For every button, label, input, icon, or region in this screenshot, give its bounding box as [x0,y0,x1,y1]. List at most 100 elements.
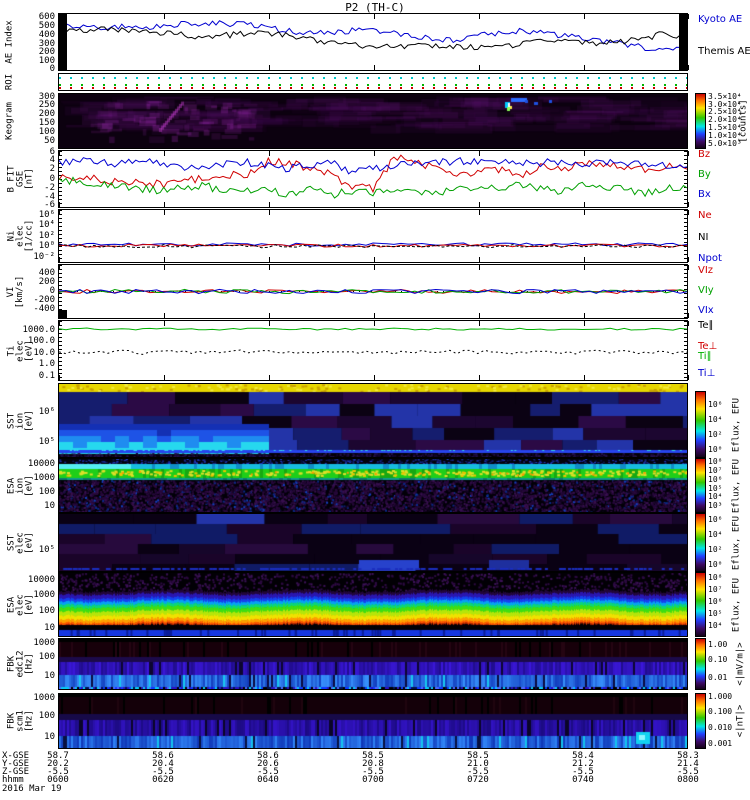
colorbar-tick: 1.00 [708,640,728,649]
ytick-label: 1000 [33,590,55,600]
panel-esa-ion-spectrogram [58,458,688,513]
line-label-NI: NI [698,232,709,243]
ytick-label: 10⁰ [38,241,55,251]
colorbar-tick: 10⁸ [708,573,723,582]
data-gap-bar [59,310,67,318]
ytick-label: -400 [33,304,55,314]
colorbar-unit-sst_elec: Eflux, EFU [731,515,742,570]
line-label-Npot: Npot [698,253,722,264]
ytick-label: 10 [44,671,55,681]
panel-density [58,209,689,263]
line-label-By: By [698,169,711,180]
colorbar-tick: 10⁷ [708,466,723,475]
colorbar-tick: 10⁰ [708,445,723,454]
line-label-VIx: VIx [698,305,714,316]
x-tick [688,265,689,270]
line-plot-n [59,242,687,249]
line-label-VIz: VIz [698,265,714,276]
panel-ae-index [58,13,689,71]
spectrogram-fbk_edc [59,639,687,689]
colorbar-tick: 10⁶ [708,475,723,484]
ytick-label: 10000 [27,459,55,469]
colorbar-tick: 10⁶ [708,515,723,524]
colorbar-tick: 1.000 [708,692,733,701]
bottom-axis-column: 58.6 20.6 -5.5 0640 [257,751,279,785]
line-plot-bfit [59,154,687,199]
ytick-label: 4 [49,155,55,165]
line-label-Ti⊥: Ti⊥ [698,368,716,379]
ytick-label: 10.0 [33,348,55,358]
x-tick [688,14,689,19]
ytick-label: 100.0 [27,336,55,346]
colorbar-tick: 10⁴ [708,621,723,630]
colorbar-fbk_scm [695,693,706,749]
ytick-label: 10⁻² [33,252,55,262]
ytick-label: 100 [38,711,55,721]
series-Bx [59,157,687,175]
bottom-row-labels: X-GSE Y-GSE Z-GSE hhmm [2,751,30,785]
ytick-label: 10⁶ [38,407,55,417]
colorbar-tick: 0.10 [708,655,728,664]
colorbar-tick: 10⁶ [708,597,723,606]
x-tick [688,202,689,207]
tplot-figure: P2 (TH-C) 2016 Mar 19 AE Index 600 500 400 3… [0,0,750,800]
colorbar-keogram [695,93,706,149]
series-Ti∥ [59,327,687,331]
panel-label-roi: ROI [4,73,15,91]
colorbar-tick: 10⁴ [708,492,723,501]
colorbar-tick: 10⁸ [708,457,723,466]
ytick-label: 10 [44,501,55,511]
x-tick [688,321,689,326]
bottom-axis-column: 58.4 21.2 -5.5 0740 [572,751,594,785]
colorbar-tick: 0.01 [708,673,728,682]
ytick-label: 10⁴ [38,220,55,230]
line-label-VIy: VIy [698,285,714,296]
spectrogram-keogram [59,94,687,148]
spectrogram-fbk_scm [59,694,687,748]
colorbar-tick: 10⁶ [708,400,723,409]
ytick-label: 200 [38,277,55,287]
colorbar-esa_ion [695,458,706,513]
ytick-label: 1000 [33,473,55,483]
line-label-Bx: Bx [698,189,711,200]
ytick-label: 10 [44,623,55,633]
line-label-Kyoto AE: Kyoto AE [698,14,743,25]
colorbar-tick: 10⁴ [708,415,723,424]
series-By [59,176,687,199]
x-tick [688,257,689,262]
spectrogram-esa_elec [59,573,687,636]
line-plot-vi [59,288,687,295]
colorbar-tick: 10² [708,430,723,439]
ytick-label: 1000.0 [22,325,55,335]
line-label-Ne: Ne [698,210,712,221]
colorbar-tick: 10⁵ [708,609,723,618]
ytick-label: 0 [49,64,55,74]
bottom-axis-column: 58.6 20.4 -5.5 0620 [152,751,174,785]
x-tick [688,65,689,70]
ytick-label: 1000 [33,638,55,648]
panel-roi [58,73,688,91]
colorbar-esa_elec [695,572,706,637]
line-label-Themis AE: Themis AE [698,46,750,57]
spectrogram-sst_elec [59,514,687,571]
data-gap-bar-left [59,14,67,70]
ytick-label: 10⁶ [38,210,55,220]
colorbar-tick: 10² [708,545,723,554]
colorbar-tick: 0.010 [708,723,733,732]
panel-esa-elec-spectrogram [58,572,688,637]
ytick-label: 100 [38,487,55,497]
x-tick [688,313,689,318]
date-label: 2016 Mar 19 [2,784,62,794]
line-label-Ti∥: Ti∥ [698,351,712,362]
colorbar-unit-esa_elec: Eflux, EFU [731,577,742,632]
colorbar-fbk_edc [695,638,706,690]
line-label-Te∥: Te∥ [698,320,714,331]
ytick-label: 10000 [27,575,55,585]
panel-sst-ion-spectrogram [58,383,688,458]
ytick-label: 50 [44,136,55,146]
bottom-axis-column: 58.7 20.2 -5.5 0600 [47,751,69,785]
bottom-axis-column: 58.5 21.0 -5.5 0720 [467,751,489,785]
colorbar-sst_elec [695,513,706,572]
ytick-label: -6 [44,200,55,210]
line-plot-ae [59,20,687,51]
